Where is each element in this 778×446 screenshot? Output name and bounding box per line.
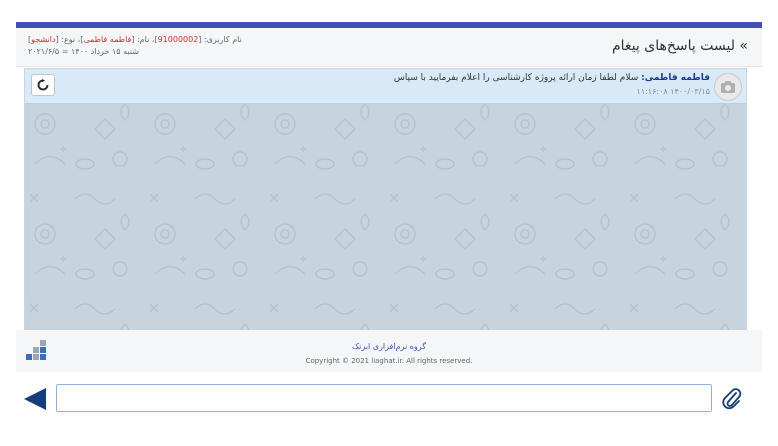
footer-company: گروه نرم‌افزاری ابرتک	[351, 342, 426, 351]
doodle-background-pattern	[25, 69, 746, 331]
attach-button[interactable]	[722, 388, 742, 410]
message-sender: فاطمه فاطمی:	[641, 73, 710, 83]
current-date: شنبه ۱۵ خرداد ۱۴۰۰ = ۲۰۲۱/۶/۵	[28, 47, 139, 56]
chat-panel[interactable]: فاطمه فاطمی: سلام لطفا زمان ارائه پروژه …	[24, 68, 747, 332]
message-text: فاطمه فاطمی: سلام لطفا زمان ارائه پروژه …	[394, 73, 710, 83]
camera-avatar-icon	[714, 73, 742, 101]
footer-copyright: Copyright © 2021 liaghat.ir. All rights …	[305, 357, 473, 365]
username: 91000002	[157, 35, 199, 44]
page-header: » لیست پاسخ‌های پیغام نام کاربری: [91000…	[16, 28, 762, 67]
refresh-button[interactable]	[31, 74, 55, 96]
message-body: سلام لطفا زمان ارائه پروژه کارشناسی را ا…	[393, 73, 642, 83]
refresh-icon	[37, 79, 49, 91]
paperclip-icon	[722, 388, 742, 410]
send-arrow-icon	[24, 388, 46, 410]
user-type: دانشجو	[31, 35, 56, 44]
user-info: نام کاربری: [91000002]، نام: [فاطمه فاطم…	[28, 34, 242, 58]
message-input[interactable]	[56, 384, 712, 412]
message-timestamp: ۱۴۰۰/۰۳/۱۵ ۱۱:۱۶:۰۸	[636, 87, 710, 96]
message-item: فاطمه فاطمی: سلام لطفا زمان ارائه پروژه …	[25, 69, 746, 104]
page-title: » لیست پاسخ‌های پیغام	[612, 38, 748, 54]
page-footer: گروه نرم‌افزاری ابرتک Copyright © 2021 l…	[16, 330, 762, 372]
user-line: نام کاربری: [91000002]، نام: [فاطمه فاطم…	[28, 35, 242, 44]
user-name: فاطمه فاطمی	[83, 35, 132, 44]
send-button[interactable]	[24, 388, 46, 410]
